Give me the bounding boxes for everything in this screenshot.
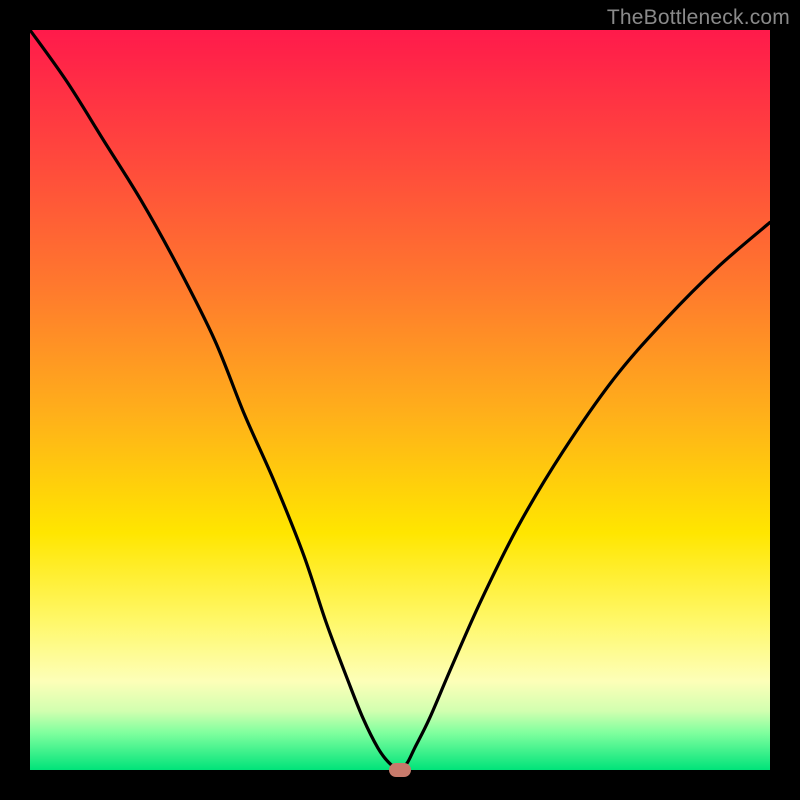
chart-plot-area xyxy=(30,30,770,770)
chart-frame: TheBottleneck.com xyxy=(0,0,800,800)
watermark-text: TheBottleneck.com xyxy=(607,6,790,30)
bottleneck-curve xyxy=(30,30,770,770)
bottleneck-marker xyxy=(389,763,411,777)
